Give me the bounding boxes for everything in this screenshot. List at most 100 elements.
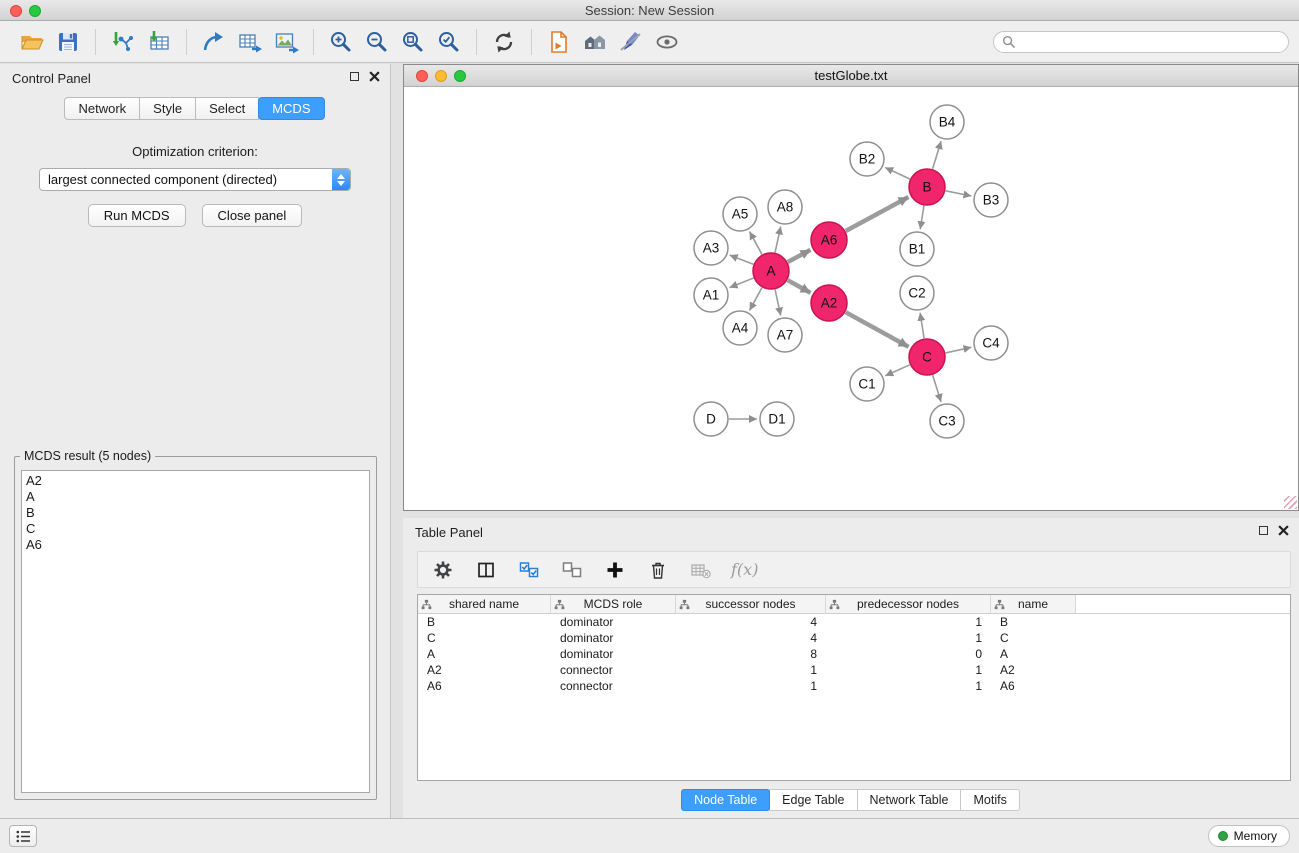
table-row[interactable]: A6connector11A6 [418,678,1290,694]
delete-column-trash-icon[interactable] [645,557,671,583]
table-settings-gear-icon[interactable] [430,557,456,583]
tab-mcds[interactable]: MCDS [258,97,324,120]
network-window-titlebar[interactable]: testGlobe.txt [404,65,1298,87]
search-input[interactable] [1021,35,1280,49]
table-row[interactable]: A2connector11A2 [418,662,1290,678]
cell[interactable]: connector [551,679,676,693]
import-table-from-file-icon[interactable] [141,26,177,58]
tab-select[interactable]: Select [195,97,259,120]
export-image-icon[interactable] [268,26,304,58]
close-table-panel-icon[interactable] [1278,525,1289,536]
apply-preferred-layout-icon[interactable] [577,26,613,58]
edge-A6-B[interactable] [846,197,909,231]
column-header-successor-nodes[interactable]: successor nodes [676,595,826,613]
close-panel-icon[interactable] [369,71,380,82]
memory-button[interactable]: Memory [1208,825,1290,847]
edge-B-B2[interactable] [885,167,910,179]
node-A5[interactable]: A5 [723,197,757,231]
mcds-result-item[interactable]: C [26,521,369,537]
cell[interactable]: A [991,647,1076,661]
tab-style[interactable]: Style [139,97,196,120]
cell[interactable]: A [418,647,551,661]
edge-A-A8[interactable] [775,227,781,253]
cell[interactable]: A2 [418,663,551,677]
network-graph[interactable]: AA1A2A3A4A5A6A7A8BB1B2B3B4CC1C2C3C4DD1 [404,87,1298,510]
edge-B-B3[interactable] [946,191,972,196]
show-graphics-details-icon[interactable] [649,26,685,58]
node-A3[interactable]: A3 [694,231,728,265]
edge-C-C2[interactable] [920,313,924,338]
export-table-icon[interactable] [232,26,268,58]
edge-A2-C[interactable] [846,312,909,347]
delete-table-icon[interactable] [688,557,714,583]
show-columns-icon[interactable] [473,557,499,583]
cell[interactable]: 4 [676,631,826,645]
cell[interactable]: 4 [676,615,826,629]
cell[interactable]: 1 [826,615,991,629]
table-row[interactable]: Adominator80A [418,646,1290,662]
cell[interactable]: C [991,631,1076,645]
open-session-icon[interactable] [14,26,50,58]
cell[interactable]: dominator [551,615,676,629]
cell[interactable]: 8 [676,647,826,661]
hide-graphics-details-icon[interactable] [613,26,649,58]
edge-A-A6[interactable] [788,250,811,262]
table-row[interactable]: Cdominator41C [418,630,1290,646]
search-field[interactable] [993,31,1289,53]
column-header-predecessor-nodes[interactable]: predecessor nodes [826,595,991,613]
node-C1[interactable]: C1 [850,367,884,401]
task-history-button[interactable] [9,825,37,847]
column-header-shared-name[interactable]: shared name [418,595,551,613]
node-A8[interactable]: A8 [768,190,802,224]
add-column-icon[interactable] [602,557,628,583]
cell[interactable]: 1 [826,631,991,645]
node-B1[interactable]: B1 [900,232,934,266]
column-header-name[interactable]: name [991,595,1076,613]
close-panel-button[interactable]: Close panel [202,204,303,227]
window-resize-handle[interactable] [1284,496,1297,509]
edge-C-C4[interactable] [946,347,972,353]
function-builder-icon[interactable]: f(x) [731,560,758,579]
tab-motifs[interactable]: Motifs [960,789,1019,811]
edge-B-B1[interactable] [920,206,924,229]
cell[interactable]: 1 [676,679,826,693]
node-A7[interactable]: A7 [768,318,802,352]
edge-A-A1[interactable] [730,278,754,288]
cell[interactable]: 0 [826,647,991,661]
edge-A-A7[interactable] [775,290,781,316]
node-A[interactable]: A [753,253,789,289]
refresh-network-view-icon[interactable] [486,26,522,58]
cell[interactable]: dominator [551,631,676,645]
node-D1[interactable]: D1 [760,402,794,436]
edge-A-A2[interactable] [788,280,811,293]
node-B2[interactable]: B2 [850,142,884,176]
cell[interactable]: 1 [826,663,991,677]
tab-network-table[interactable]: Network Table [857,789,962,811]
node-D[interactable]: D [694,402,728,436]
tab-node-table[interactable]: Node Table [681,789,770,811]
cell[interactable]: A2 [991,663,1076,677]
cell[interactable]: A6 [991,679,1076,693]
node-A1[interactable]: A1 [694,278,728,312]
node-B3[interactable]: B3 [974,183,1008,217]
float-table-panel-icon[interactable] [1259,526,1268,535]
edge-C-C1[interactable] [885,365,909,376]
mcds-result-item[interactable]: B [26,505,369,521]
node-C[interactable]: C [909,339,945,375]
node-A2[interactable]: A2 [811,285,847,321]
node-B[interactable]: B [909,169,945,205]
cell[interactable]: 1 [826,679,991,693]
mcds-result-item[interactable]: A6 [26,537,369,553]
zoom-fit-icon[interactable] [395,26,431,58]
mcds-result-item[interactable]: A2 [26,473,369,489]
close-window-icon[interactable] [10,5,22,17]
minimize-view-icon[interactable] [435,70,447,82]
zoom-window-icon[interactable] [29,5,41,17]
zoom-in-icon[interactable] [323,26,359,58]
column-header-MCDS-role[interactable]: MCDS role [551,595,676,613]
cell[interactable]: C [418,631,551,645]
edge-A-A3[interactable] [730,255,754,264]
open-network-file-icon[interactable] [541,26,577,58]
node-A6[interactable]: A6 [811,222,847,258]
edge-C-C3[interactable] [933,375,941,402]
